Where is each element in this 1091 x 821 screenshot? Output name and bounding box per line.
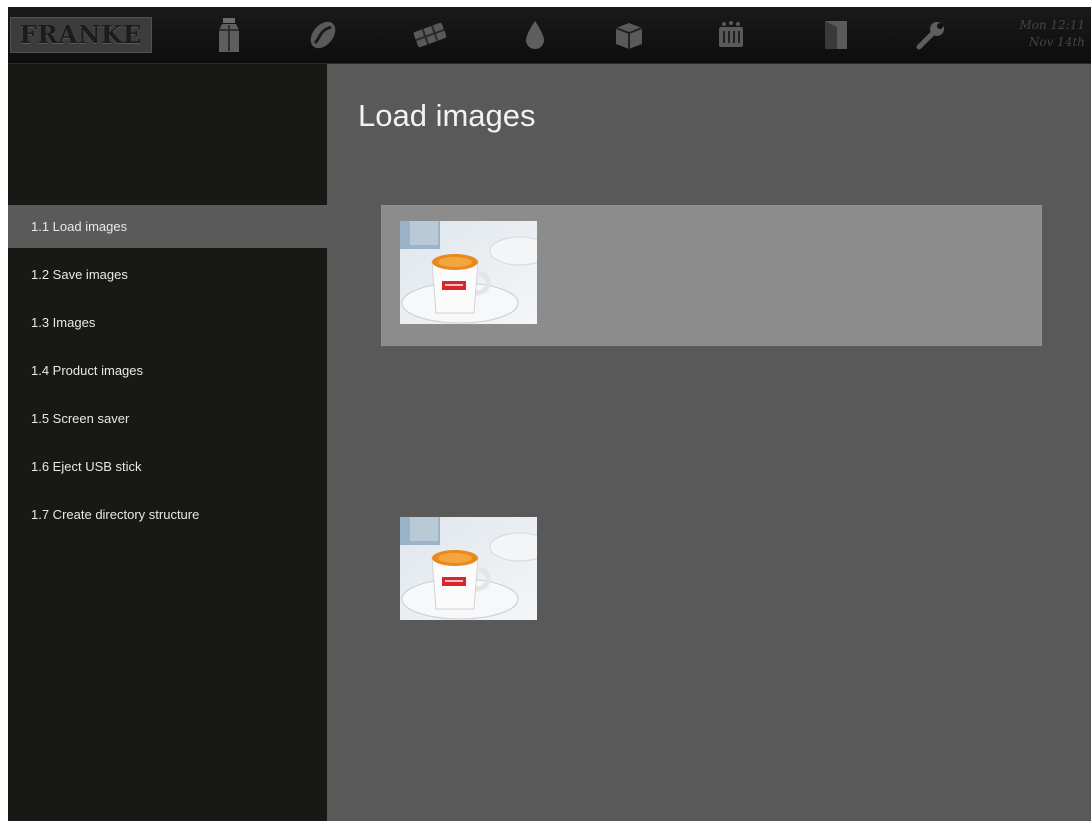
franke-logo: FRANKE (10, 17, 152, 53)
sidebar: 1.1 Load images 1.2 Save images 1.3 Imag… (8, 64, 327, 821)
sidebar-item-product-images[interactable]: 1.4 Product images (8, 349, 327, 392)
image-row-selected[interactable] (381, 205, 1042, 346)
sidebar-item-create-directory-structure[interactable]: 1.7 Create directory structure (8, 493, 327, 536)
clock-date: Nov 14th (1028, 35, 1085, 49)
milk-carton-icon[interactable] (211, 17, 247, 53)
app-window: FRANKE Mon 12:11 Nov 14th 1.1 Load image… (8, 7, 1091, 821)
top-bar: FRANKE Mon 12:11 Nov 14th (8, 7, 1091, 64)
coffee-bean-icon[interactable] (305, 17, 341, 53)
clock-time: Mon 12:11 (1019, 18, 1085, 32)
sidebar-menu: 1.1 Load images 1.2 Save images 1.3 Imag… (8, 205, 327, 541)
main-content: Load images (327, 64, 1091, 821)
clock-display: Mon 12:11 Nov 14th (1011, 17, 1085, 51)
sidebar-item-save-images[interactable]: 1.2 Save images (8, 253, 327, 296)
espresso-cup-image[interactable] (400, 221, 537, 324)
water-drop-icon[interactable] (517, 17, 553, 53)
sidebar-item-images[interactable]: 1.3 Images (8, 301, 327, 344)
door-icon[interactable] (818, 17, 854, 53)
page-title: Load images (358, 98, 536, 133)
sidebar-item-eject-usb-stick[interactable]: 1.6 Eject USB stick (8, 445, 327, 488)
sidebar-item-screen-saver[interactable]: 1.5 Screen saver (8, 397, 327, 440)
sidebar-item-load-images[interactable]: 1.1 Load images (8, 205, 327, 248)
espresso-cup-image[interactable] (400, 517, 537, 620)
wrench-icon[interactable] (913, 17, 949, 53)
chocolate-icon[interactable] (412, 17, 448, 53)
box-icon[interactable] (611, 17, 647, 53)
cleaning-icon[interactable] (713, 17, 749, 53)
